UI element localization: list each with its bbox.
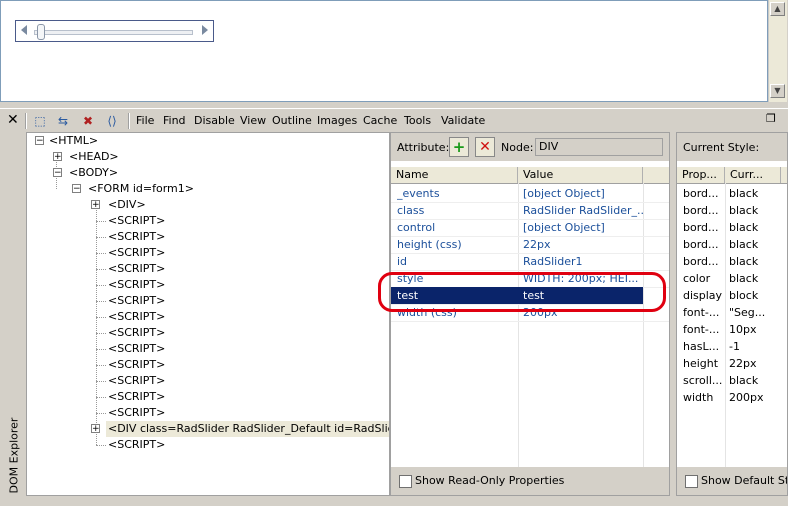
menu-tools[interactable]: Tools bbox=[404, 114, 431, 127]
style-row[interactable]: width 200px bbox=[677, 389, 787, 406]
column-header-current[interactable]: Curr... bbox=[725, 167, 781, 183]
tree-connector bbox=[96, 205, 97, 445]
current-style-panel: Current Style: Prop... Curr... bord... bl… bbox=[676, 132, 788, 496]
close-icon[interactable]: ✕ bbox=[7, 112, 19, 128]
menu-view[interactable]: View bbox=[240, 114, 266, 127]
attributes-footer: Show Read-Only Properties bbox=[391, 467, 669, 495]
scroll-down-icon[interactable]: ▼ bbox=[770, 84, 785, 98]
style-row[interactable]: font-... 10px bbox=[677, 321, 787, 338]
style-footer: Show Default Sty bbox=[677, 467, 787, 495]
expand-icon[interactable]: + bbox=[91, 200, 100, 210]
tree-node-label: <BODY> bbox=[69, 166, 119, 179]
menu-disable[interactable]: Disable bbox=[194, 114, 235, 127]
dom-explorer-side-tab[interactable]: DOM Explorer bbox=[0, 132, 26, 496]
tree-node-label: <SCRIPT> bbox=[108, 406, 166, 419]
tree-node-label: <HEAD> bbox=[69, 150, 119, 163]
slider-increase-icon[interactable] bbox=[202, 25, 208, 35]
tree-node-label: <SCRIPT> bbox=[108, 374, 166, 387]
tree-node-label: <SCRIPT> bbox=[108, 230, 166, 243]
attributes-header: Attribute: + ✕ Node: DIV bbox=[391, 133, 669, 161]
node-label: Node: bbox=[501, 141, 534, 154]
show-readonly-checkbox[interactable] bbox=[399, 475, 412, 488]
style-row[interactable]: bord... black bbox=[677, 185, 787, 202]
menu-file[interactable]: File bbox=[136, 114, 154, 127]
toolbar-divider bbox=[128, 113, 130, 129]
side-tab-label: DOM Explorer bbox=[7, 417, 21, 494]
tree-node-label: <SCRIPT> bbox=[108, 310, 166, 323]
menu-find[interactable]: Find bbox=[163, 114, 186, 127]
menu-outline[interactable]: Outline bbox=[272, 114, 312, 127]
browser-content-area bbox=[0, 0, 768, 102]
style-row[interactable]: font-... "Seg... bbox=[677, 304, 787, 321]
slider-track[interactable] bbox=[34, 30, 193, 35]
tree-node-label: <SCRIPT> bbox=[108, 342, 166, 355]
current-style-title: Current Style: bbox=[683, 141, 760, 154]
column-header-property[interactable]: Prop... bbox=[677, 167, 725, 183]
expand-icon[interactable]: + bbox=[91, 424, 100, 434]
dom-explorer-toolbar: ✕ ⬚ ⇆ ✖ ⟨⟩ File Find Disable View Outlin… bbox=[0, 108, 788, 133]
style-grid-header: Prop... Curr... bbox=[677, 167, 787, 184]
add-attribute-icon[interactable]: + bbox=[449, 137, 469, 157]
delete-node-icon[interactable]: ✖ bbox=[80, 113, 96, 129]
vertical-scrollbar[interactable]: ▲ ▼ bbox=[768, 0, 787, 102]
tree-node-label: <FORM id=form1> bbox=[88, 182, 194, 195]
select-element-icon[interactable]: ⬚ bbox=[32, 113, 48, 129]
tree-node-label: <SCRIPT> bbox=[108, 246, 166, 259]
node-field: DIV bbox=[535, 138, 663, 156]
menu-validate[interactable]: Validate bbox=[441, 114, 485, 127]
tree-node-label: <SCRIPT> bbox=[108, 358, 166, 371]
menu-images[interactable]: Images bbox=[317, 114, 357, 127]
tree-node-label: <DIV> bbox=[108, 198, 146, 211]
style-row[interactable]: display block bbox=[677, 287, 787, 304]
slider-decrease-icon[interactable] bbox=[21, 25, 27, 35]
menu-cache[interactable]: Cache bbox=[363, 114, 397, 127]
dom-tree[interactable]: − <HTML> + <HEAD> − <BODY> − <FORM id=fo… bbox=[26, 132, 390, 496]
style-row[interactable]: bord... black bbox=[677, 236, 787, 253]
style-row[interactable]: bord... black bbox=[677, 219, 787, 236]
tree-node-label: <HTML> bbox=[49, 134, 99, 147]
view-source-icon[interactable]: ⟨⟩ bbox=[104, 113, 120, 129]
collapse-icon[interactable]: − bbox=[35, 136, 44, 146]
attribute-row[interactable]: id RadSlider1 bbox=[391, 253, 669, 271]
rad-slider[interactable] bbox=[15, 20, 214, 42]
tree-node-label: <SCRIPT> bbox=[108, 390, 166, 403]
attributes-panel: Attribute: + ✕ Node: DIV Name Value _eve… bbox=[390, 132, 670, 496]
collapse-icon[interactable]: − bbox=[72, 184, 81, 194]
show-default-style-label: Show Default Sty bbox=[701, 474, 787, 487]
style-row[interactable]: bord... black bbox=[677, 202, 787, 219]
delete-attribute-icon[interactable]: ✕ bbox=[475, 137, 495, 157]
style-row[interactable]: scroll... black bbox=[677, 372, 787, 389]
toolbar-divider bbox=[25, 113, 27, 129]
style-row[interactable]: height 22px bbox=[677, 355, 787, 372]
tree-node-label: <SCRIPT> bbox=[108, 438, 166, 451]
style-row[interactable]: color black bbox=[677, 270, 787, 287]
style-row[interactable]: hasL... -1 bbox=[677, 338, 787, 355]
slider-handle[interactable] bbox=[37, 24, 45, 40]
tree-node-label: <SCRIPT> bbox=[108, 214, 166, 227]
expand-icon[interactable]: + bbox=[53, 152, 62, 162]
scroll-up-icon[interactable]: ▲ bbox=[770, 2, 785, 16]
attributes-grid-header: Name Value bbox=[391, 167, 669, 184]
attribute-row[interactable]: class RadSlider RadSlider_... bbox=[391, 202, 669, 220]
attribute-row[interactable]: _events [object Object] bbox=[391, 185, 669, 203]
collapse-icon[interactable]: − bbox=[53, 168, 62, 178]
undock-icon[interactable]: ❐ bbox=[766, 113, 780, 125]
tree-node-label: <SCRIPT> bbox=[108, 262, 166, 275]
show-default-style-checkbox[interactable] bbox=[685, 475, 698, 488]
attribute-row[interactable]: height (css) 22px bbox=[391, 236, 669, 254]
style-row[interactable]: bord... black bbox=[677, 253, 787, 270]
tree-node-label: <SCRIPT> bbox=[108, 326, 166, 339]
show-readonly-label: Show Read-Only Properties bbox=[415, 474, 565, 487]
current-style-header: Current Style: bbox=[677, 133, 787, 161]
attribute-label: Attribute: bbox=[397, 141, 450, 154]
tree-node-label: <DIV class=RadSlider RadSlider_Default i… bbox=[106, 421, 389, 437]
tree-node-label: <SCRIPT> bbox=[108, 294, 166, 307]
column-header-name[interactable]: Name bbox=[391, 167, 518, 183]
attribute-row[interactable]: control [object Object] bbox=[391, 219, 669, 237]
column-header-value[interactable]: Value bbox=[518, 167, 643, 183]
tree-node-label: <SCRIPT> bbox=[108, 278, 166, 291]
refresh-icon[interactable]: ⇆ bbox=[55, 113, 71, 129]
highlight-annotation bbox=[378, 272, 666, 312]
